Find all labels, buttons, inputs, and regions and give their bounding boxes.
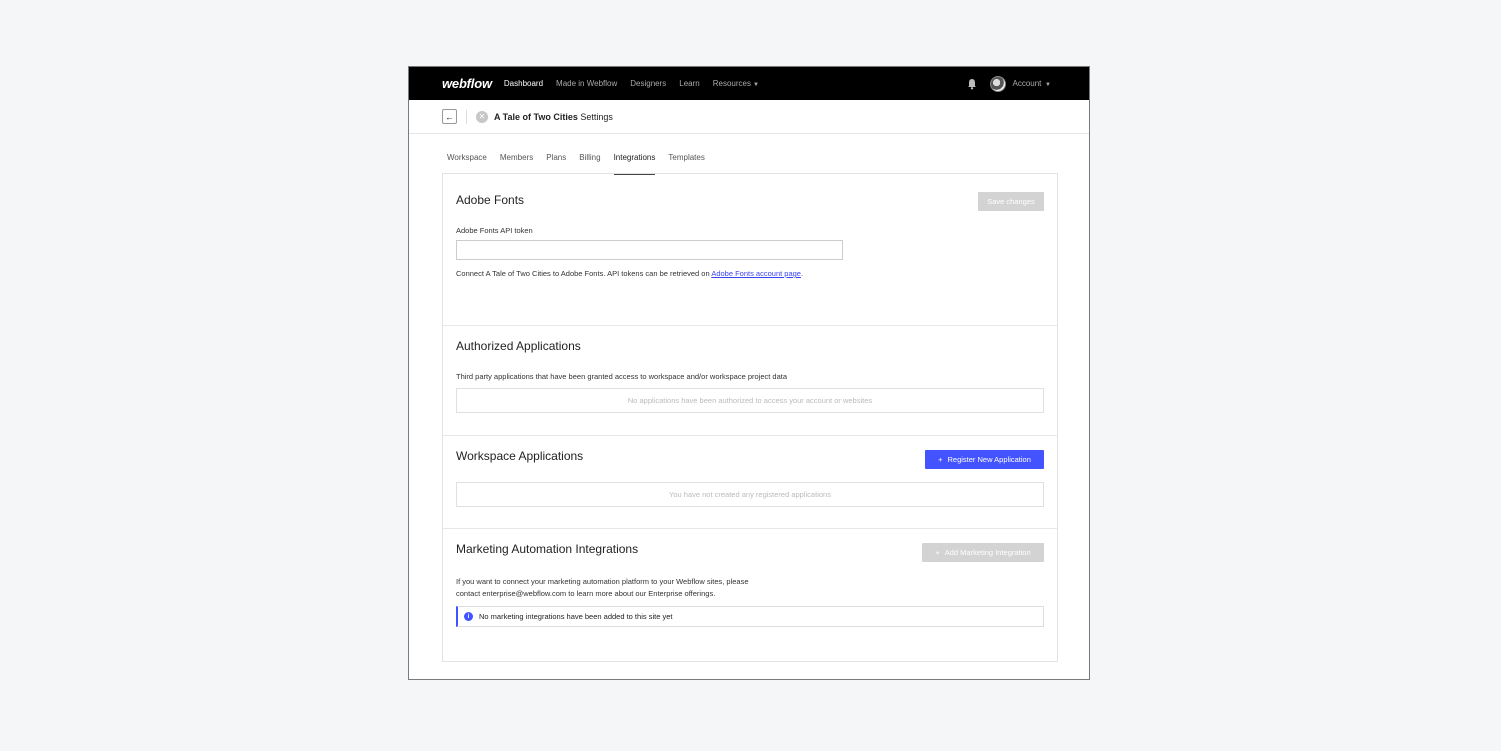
text-line: contact enterprise@webflow.com to learn … (456, 588, 716, 598)
empty-state: You have not created any registered appl… (456, 482, 1044, 507)
arrow-left-icon: ← (445, 111, 454, 122)
site-icon: ✕ (476, 110, 488, 123)
adobe-fonts-section: Adobe Fonts Save changes Adobe Fonts API… (443, 174, 1057, 326)
account-menu[interactable]: Account ▼ (1012, 79, 1051, 88)
plus-icon: + (935, 548, 940, 557)
help-text: Connect A Tale of Two Cities to Adobe Fo… (456, 269, 712, 278)
tab-templates[interactable]: Templates (668, 153, 704, 174)
integrations-panel: Adobe Fonts Save changes Adobe Fonts API… (442, 173, 1058, 662)
section-title: Adobe Fonts (456, 193, 525, 207)
back-button[interactable]: ← (442, 109, 457, 124)
tab-members[interactable]: Members (500, 153, 533, 174)
notice-text: No marketing integrations have been adde… (479, 612, 673, 621)
authorized-applications-section: Authorized Applications Third party appl… (443, 325, 1057, 436)
nav-made-in-webflow[interactable]: Made in Webflow (556, 79, 617, 88)
app-window: webflow Dashboard Made in Webflow Design… (408, 66, 1090, 680)
webflow-logo[interactable]: webflow (442, 76, 492, 91)
top-navigation: webflow Dashboard Made in Webflow Design… (409, 67, 1089, 100)
help-end: . (800, 269, 804, 278)
adobe-help-text: Connect A Tale of Two Cities to Adobe Fo… (456, 269, 836, 279)
register-label: Register New Application (947, 455, 1031, 464)
tab-workspace[interactable]: Workspace (447, 153, 487, 174)
section-title: Workspace Applications (456, 449, 584, 463)
bell-icon[interactable] (966, 78, 978, 90)
add-marketing-integration-button[interactable]: + Add Marketing Integration (922, 543, 1044, 562)
save-changes-button[interactable]: Save changes (978, 192, 1044, 211)
nav-designers[interactable]: Designers (630, 79, 666, 88)
settings-header: ← ✕ A Tale of Two Cities Settings (409, 100, 1089, 134)
add-label: Add Marketing Integration (944, 548, 1031, 557)
workspace-applications-section: Workspace Applications + Register New App… (443, 435, 1057, 529)
tab-plans[interactable]: Plans (546, 153, 566, 174)
nav-resources[interactable]: Resources ▼ (713, 79, 759, 88)
info-icon: i (464, 612, 473, 621)
tab-integrations[interactable]: Integrations (613, 153, 655, 175)
nav-right: Account ▼ (966, 67, 1051, 100)
divider (466, 109, 467, 124)
api-token-input[interactable] (456, 240, 843, 260)
site-name: A Tale of Two Cities (494, 111, 578, 122)
api-token-label: Adobe Fonts API token (456, 226, 533, 235)
adobe-fonts-account-link[interactable]: Adobe Fonts account page (711, 269, 801, 278)
register-new-application-button[interactable]: + Register New Application (925, 450, 1044, 469)
page-title: A Tale of Two Cities Settings (494, 112, 613, 122)
section-title: Marketing Automation Integrations (456, 542, 639, 556)
section-title: Authorized Applications (456, 339, 581, 353)
avatar[interactable] (990, 75, 1007, 92)
nav-learn[interactable]: Learn (679, 79, 699, 88)
nav-dashboard[interactable]: Dashboard (504, 79, 543, 88)
marketing-automation-section: Marketing Automation Integrations + Add M… (443, 528, 1057, 663)
tab-billing[interactable]: Billing (579, 153, 600, 174)
account-label: Account (1012, 79, 1042, 88)
marketing-help-text: If you want to connect your marketing au… (456, 576, 749, 599)
settings-tabs: Workspace Members Plans Billing Integrat… (409, 153, 1089, 175)
section-description: Third party applications that have been … (456, 372, 788, 381)
settings-label: Settings (580, 111, 613, 122)
plus-icon: + (938, 455, 943, 464)
chevron-down-icon: ▼ (1043, 82, 1051, 88)
empty-state: No applications have been authorized to … (456, 388, 1044, 413)
chevron-down-icon: ▼ (752, 82, 759, 88)
nav-resources-label: Resources (712, 79, 751, 88)
info-notice: i No marketing integrations have been ad… (456, 606, 1044, 627)
text-line: If you want to connect your marketing au… (456, 577, 749, 586)
